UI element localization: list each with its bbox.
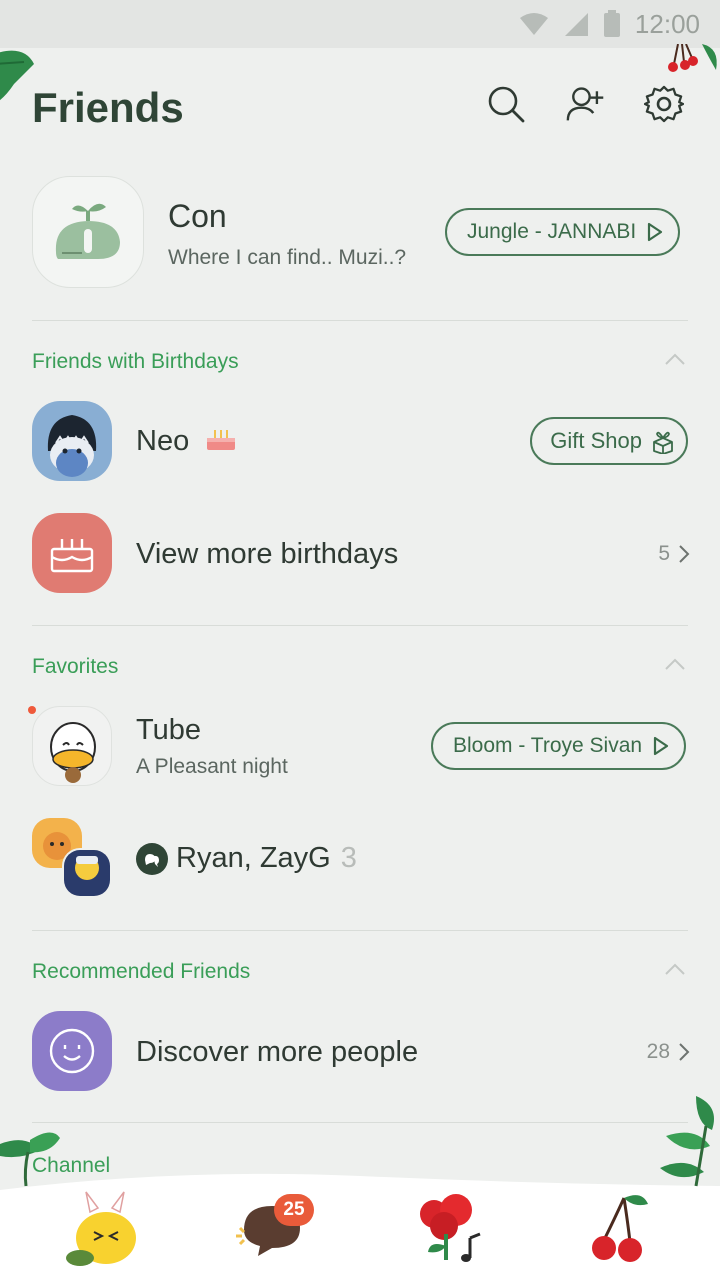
neo-avatar[interactable] [32, 401, 112, 481]
settings-button[interactable] [643, 84, 685, 124]
divider [32, 320, 688, 321]
tube-avatar[interactable] [32, 706, 112, 786]
group-avatar[interactable] [32, 818, 114, 900]
chevron-right-icon [679, 1043, 690, 1061]
page-title: Friends [32, 84, 184, 131]
view-birthdays-avatar[interactable] [32, 513, 112, 593]
view-tab-icon [420, 1194, 481, 1262]
discover-count-value: 28 [646, 1040, 670, 1063]
status-time: 12:00 [634, 8, 700, 39]
section-title-recommended: Recommended Friends [32, 960, 251, 983]
neo-character-icon [47, 415, 97, 477]
neo-name-row: Neo [136, 424, 237, 458]
birthday-count[interactable]: 5 [658, 542, 690, 566]
divider [32, 1122, 688, 1123]
leaf-decoration-icon [660, 1096, 714, 1187]
tab-chats[interactable]: 25 [234, 1190, 324, 1270]
leaf-decoration-icon [0, 1132, 60, 1187]
header: Friends [0, 48, 720, 163]
tube-character-icon [50, 722, 96, 783]
gift-box-icon [653, 431, 673, 454]
birthday-cake-icon [207, 430, 236, 450]
view-more-birthdays-label[interactable]: View more birthdays [136, 538, 398, 571]
play-icon [648, 222, 663, 242]
divider [32, 625, 688, 626]
new-indicator-dot [28, 706, 36, 714]
my-music-label: Jungle - JANNABI [467, 220, 637, 243]
tube-music-label: Bloom - Troye Sivan [453, 734, 643, 757]
tube-name: Tube [136, 714, 202, 746]
battery-icon [603, 10, 620, 37]
group-member-count: 3 [340, 842, 357, 874]
my-name: Con [168, 198, 227, 234]
signal-icon [564, 13, 588, 36]
birthday-count-value: 5 [658, 542, 670, 565]
smiley-face-icon [49, 1028, 95, 1074]
tube-status-message: A Pleasant night [136, 755, 288, 778]
add-friend-icon [566, 87, 604, 121]
my-profile[interactable]: Con Where I can find.. Muzi..? Jungle - … [32, 176, 688, 288]
gift-shop-button[interactable]: Gift Shop [530, 417, 688, 465]
gift-shop-label: Gift Shop [550, 428, 642, 453]
friends-tab-icon [66, 1191, 136, 1266]
chevron-right-icon [679, 545, 690, 563]
group-chat-row[interactable]: Ryan, ZayG 3 [136, 842, 357, 875]
add-friend-button[interactable] [566, 84, 606, 124]
search-button[interactable] [486, 84, 526, 124]
chevron-up-icon[interactable] [664, 962, 686, 976]
more-tab-icon [592, 1195, 648, 1262]
tube-music-button[interactable]: Bloom - Troye Sivan [431, 722, 687, 770]
group-avatar-icon [32, 818, 112, 898]
group-chat-name: Ryan, ZayG [176, 842, 331, 874]
neo-name: Neo [136, 425, 190, 457]
divider [32, 930, 688, 931]
discover-avatar[interactable] [32, 1011, 112, 1091]
group-chat-icon [136, 842, 168, 875]
my-music-button[interactable]: Jungle - JANNABI [445, 208, 681, 256]
chevron-up-icon[interactable] [664, 352, 686, 366]
cake-icon [50, 539, 94, 573]
search-icon [488, 86, 525, 123]
gear-icon [643, 85, 685, 123]
section-title-birthdays: Friends with Birthdays [32, 350, 239, 373]
tab-more[interactable] [584, 1190, 674, 1270]
sprout-avatar-icon [55, 203, 121, 259]
discover-more-label[interactable]: Discover more people [136, 1036, 418, 1069]
tab-view[interactable] [408, 1190, 498, 1270]
wifi-icon [519, 13, 548, 35]
chats-unread-badge: 25 [274, 1194, 314, 1226]
status-bar: 12:00 [0, 0, 720, 48]
section-title-favorites: Favorites [32, 655, 119, 678]
discover-count[interactable]: 28 [647, 1040, 690, 1064]
play-icon [653, 736, 669, 756]
chevron-up-icon[interactable] [664, 657, 686, 671]
tab-friends[interactable] [60, 1190, 150, 1270]
my-avatar[interactable] [32, 176, 144, 288]
my-status-message: Where I can find.. Muzi..? [168, 246, 407, 269]
